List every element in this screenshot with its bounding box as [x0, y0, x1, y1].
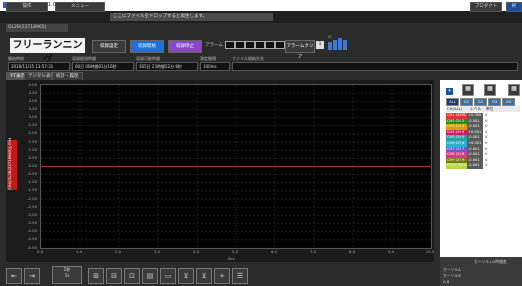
exit-button[interactable]: 終 — [506, 2, 522, 12]
x-tick-label: 6.0 — [270, 249, 278, 254]
alarm-clear-count: 1 — [316, 41, 324, 49]
level-bar — [338, 38, 342, 50]
y-tick-label: -4.50 — [27, 236, 37, 242]
channel-value: -0.001 — [467, 163, 483, 169]
record-stop-button[interactable]: 収録停止 — [168, 40, 202, 53]
move-left-icon[interactable]: ⇤ — [6, 268, 22, 284]
x-tick-label: 2.0 — [114, 249, 122, 254]
y-tick-label: 5.00 — [28, 81, 37, 87]
fit-icon[interactable]: ⊡ — [124, 268, 140, 284]
file-path-value — [232, 62, 518, 71]
col-unit: 単位 — [486, 106, 494, 111]
x-tick-label: 7.0 — [309, 249, 317, 254]
device-tab[interactable]: GL2B(23718965) — [6, 24, 68, 32]
y-tick-label: 3.50 — [28, 105, 37, 111]
y-tick-label: 3.00 — [28, 114, 37, 120]
group-tab-all[interactable]: ALL — [446, 98, 459, 106]
col-channel: CH(ALL) — [447, 106, 463, 111]
alarm-indicator — [255, 41, 265, 49]
zoom-in-icon[interactable]: ⊞ — [88, 268, 104, 284]
y-tick-label: 4.00 — [28, 97, 37, 103]
level-bar — [343, 40, 347, 50]
cursor-row: A-B — [443, 279, 450, 284]
y-tick-label: -3.00 — [27, 211, 37, 217]
level-label: IO — [328, 35, 332, 39]
alarm-label: アラーム — [205, 43, 223, 48]
x-axis-label: Sec — [228, 256, 235, 261]
add-icon[interactable]: + — [446, 88, 453, 95]
x-tick-label: 10.0 — [425, 249, 435, 254]
x-tick-label: 5.0 — [231, 249, 239, 254]
elapsed-value: 00日 00時間01分16秒 — [72, 62, 134, 71]
x-tick-label: 0.0 — [36, 249, 44, 254]
file-menu-button[interactable]: 操作 — [6, 2, 48, 12]
group-tab-g4[interactable]: G4 — [502, 98, 515, 106]
zoom-out-icon[interactable]: ⊟ — [106, 268, 122, 284]
y-tick-label: -1.00 — [27, 179, 37, 185]
y-tick-label: 2.00 — [28, 130, 37, 136]
x-tick-label: 8.0 — [348, 249, 356, 254]
alarm-indicator — [245, 41, 255, 49]
menu-button[interactable]: メニュー — [55, 2, 105, 12]
group-tab-g2[interactable]: G2 — [474, 98, 487, 106]
chart-plot[interactable] — [40, 84, 432, 249]
sheet-icon[interactable]: ▦ — [508, 84, 520, 96]
channel-row[interactable]: CH10 CH10 -0.001 V — [446, 163, 520, 169]
print-icon[interactable]: ▭ — [160, 268, 176, 284]
y-tick-label: 1.00 — [28, 146, 37, 152]
y-tick-label: -0.50 — [27, 171, 37, 177]
level-bar — [328, 42, 332, 50]
product-button[interactable]: プロダクト — [470, 2, 502, 12]
y-tick-label: -4.00 — [27, 228, 37, 234]
remain-value: 365日 23時間52分 8秒 — [136, 62, 198, 71]
y-tick-label: 0.50 — [28, 154, 37, 160]
col-level: レベル — [470, 106, 482, 111]
channel-header: CH(ALL) レベル 単位 — [446, 106, 520, 112]
y-tick-label: 4.50 — [28, 89, 37, 95]
x-tick-label: 3.0 — [153, 249, 161, 254]
channel-name: CH10 CH10 — [446, 163, 467, 169]
sheet-icon[interactable]: ▦ — [462, 84, 474, 96]
alarm-indicator — [225, 41, 235, 49]
help-text: ここにファイルをドロップすると再生します。 — [110, 13, 273, 21]
y-tick-label: -1.50 — [27, 187, 37, 193]
y-tick-label: -3.50 — [27, 220, 37, 226]
move-right-icon[interactable]: ⇥ — [24, 268, 40, 284]
time-zoom-select[interactable]: 5秒 5s — [52, 266, 82, 284]
interval-value: 100ms — [200, 62, 230, 71]
channel-list: CH1 SENSOR(CH1)+0.000VCH2 CH 2-0.001VCH3… — [446, 113, 520, 169]
start-time-value: 2018/11/15 13:57:31 — [8, 62, 70, 71]
y-tick-label: 0.00 — [28, 163, 37, 168]
cursor-title: カーソル1/2時間差 — [474, 259, 507, 264]
x-tick-label: 1.0 — [75, 249, 83, 254]
x-tick-label: 4.0 — [192, 249, 200, 254]
zoom-value: 5s — [64, 273, 70, 278]
alarm-indicator — [235, 41, 245, 49]
x-tick-label: 9.0 — [387, 249, 395, 254]
y-tick-label: -2.50 — [27, 203, 37, 209]
cursor-b-icon[interactable]: ⊻ — [196, 268, 212, 284]
alarm-indicator — [265, 41, 275, 49]
settings-icon[interactable]: ☰ — [232, 268, 248, 284]
y-tick-label: -2.00 — [27, 195, 37, 201]
record-start-button[interactable]: 収録開始 — [130, 40, 164, 53]
alarm-indicator — [275, 41, 285, 49]
grid-icon[interactable]: ▤ — [142, 268, 158, 284]
crosshair-icon[interactable]: + — [214, 268, 230, 284]
group-tab-g1[interactable]: G1 — [460, 98, 473, 106]
alarm-clear-button[interactable]: アラームクリア — [285, 40, 315, 60]
channel-unit: V — [485, 163, 488, 168]
cursor-panel: カーソル1/2時間差 カーソルA カーソルB A-B — [440, 257, 522, 286]
mode-display: フリーランニング — [10, 38, 85, 66]
y-tick-label: 1.50 — [28, 138, 37, 144]
level-bar — [333, 40, 337, 50]
cursor-a-icon[interactable]: ⊻ — [178, 268, 194, 284]
group-tab-g3[interactable]: G3 — [488, 98, 501, 106]
y-tick-label: 2.50 — [28, 122, 37, 128]
sheet-icon[interactable]: ▦ — [484, 84, 496, 96]
record-settings-button[interactable]: 収録設定 — [92, 40, 126, 53]
